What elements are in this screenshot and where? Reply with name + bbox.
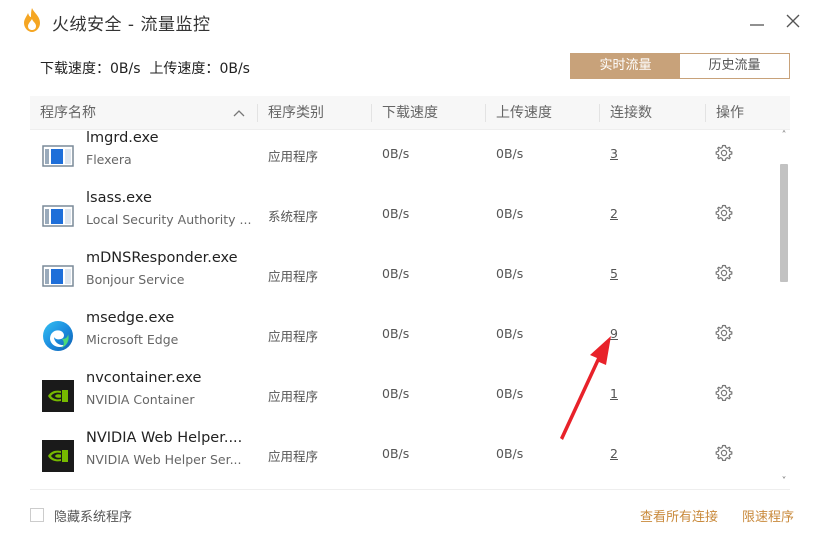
scroll-down-icon[interactable]: ˅ [778, 476, 790, 488]
process-description: Local Security Authority ... [86, 212, 252, 227]
download-speed: 0B/s [382, 146, 410, 161]
window-icon [42, 205, 74, 227]
upload-speed: 0B/s [496, 206, 524, 221]
column-header-download[interactable]: 下载速度 [382, 96, 438, 130]
edge-icon [43, 321, 73, 351]
process-name: nvcontainer.exe [86, 370, 202, 386]
process-description: NVIDIA Web Helper Ser... [86, 452, 242, 467]
table-row[interactable]: lsass.exe Local Security Authority ... 系… [30, 186, 780, 246]
process-name: NVIDIA Web Helper.... [86, 430, 243, 446]
upload-speed-label: 上传速度： [149, 61, 220, 77]
tab-history-traffic[interactable]: 历史流量 [680, 54, 789, 78]
traffic-tabs: 实时流量 历史流量 [570, 53, 790, 79]
download-speed: 0B/s [382, 206, 410, 221]
process-description: Flexera [86, 152, 132, 167]
connection-count-link[interactable]: 2 [610, 206, 618, 221]
gear-icon[interactable] [714, 143, 734, 163]
table-row[interactable]: NVIDIA Web Helper.... NVIDIA Web Helper … [30, 426, 780, 486]
upload-speed: 0B/s [496, 386, 524, 401]
column-header-connections[interactable]: 连接数 [610, 96, 652, 130]
nvidia-icon [42, 440, 74, 472]
nvidia-icon [42, 380, 74, 412]
process-description: Bonjour Service [86, 272, 185, 287]
download-speed: 0B/s [382, 446, 410, 461]
table-row[interactable]: lmgrd.exe Flexera 应用程序 0B/s 0B/s 3 [30, 130, 780, 186]
view-all-connections-link[interactable]: 查看所有连接 [640, 506, 718, 525]
process-type: 应用程序 [268, 329, 319, 344]
table-row[interactable]: mDNSResponder.exe Bonjour Service 应用程序 0… [30, 246, 780, 306]
upload-speed-value: 0B/s [219, 61, 250, 77]
hide-system-label[interactable]: 隐藏系统程序 [54, 506, 132, 525]
process-type: 应用程序 [268, 149, 319, 164]
upload-speed: 0B/s [496, 326, 524, 341]
speed-limit-link[interactable]: 限速程序 [742, 506, 794, 525]
gear-icon[interactable] [714, 323, 734, 343]
connection-count-link[interactable]: 9 [610, 326, 618, 341]
gear-icon[interactable] [714, 383, 734, 403]
scroll-up-icon[interactable]: ˄ [778, 130, 790, 142]
process-description: Microsoft Edge [86, 332, 179, 347]
connection-count-link[interactable]: 1 [610, 386, 618, 401]
upload-speed: 0B/s [496, 446, 524, 461]
download-speed: 0B/s [382, 326, 410, 341]
huorong-logo-icon [24, 8, 40, 32]
process-description: NVIDIA Container [86, 392, 195, 407]
upload-speed: 0B/s [496, 266, 524, 281]
download-speed-value: 0B/s [110, 61, 141, 77]
column-header-type[interactable]: 程序类别 [268, 96, 324, 130]
sort-ascending-icon[interactable] [233, 108, 245, 118]
process-type: 应用程序 [268, 389, 319, 404]
column-header-upload[interactable]: 上传速度 [496, 96, 552, 130]
vertical-scrollbar[interactable]: ˄ ˅ [778, 130, 790, 488]
window-icon [42, 145, 74, 167]
scroll-thumb[interactable] [780, 164, 788, 282]
process-type: 系统程序 [268, 209, 319, 224]
title-bar: 火绒安全 - 流量监控 [0, 0, 820, 40]
download-speed-label: 下载速度： [40, 61, 110, 77]
connection-count-link[interactable]: 3 [610, 146, 618, 161]
upload-speed: 0B/s [496, 146, 524, 161]
close-icon[interactable] [780, 8, 806, 34]
column-header-actions: 操作 [716, 105, 744, 121]
gear-icon[interactable] [714, 443, 734, 463]
gear-icon[interactable] [714, 203, 734, 223]
footer-divider [30, 489, 790, 490]
minimize-icon[interactable] [744, 8, 770, 34]
speed-summary: 下载速度：0B/s 上传速度：0B/s [40, 58, 250, 78]
process-type: 应用程序 [268, 269, 319, 284]
table-row[interactable]: msedge.exe Microsoft Edge 应用程序 0B/s 0B/s… [30, 306, 780, 366]
process-name: lmgrd.exe [86, 130, 159, 146]
process-type: 应用程序 [268, 449, 319, 464]
tab-realtime-traffic[interactable]: 实时流量 [571, 54, 680, 78]
gear-icon[interactable] [714, 263, 734, 283]
window-title: 火绒安全 - 流量监控 [52, 15, 211, 35]
table-row[interactable]: nvcontainer.exe NVIDIA Container 应用程序 0B… [30, 366, 780, 426]
column-header-name[interactable]: 程序名称 [40, 96, 96, 130]
connection-count-link[interactable]: 5 [610, 266, 618, 281]
window-icon [42, 265, 74, 287]
connection-count-link[interactable]: 2 [610, 446, 618, 461]
process-list: lmgrd.exe Flexera 应用程序 0B/s 0B/s 3 lsass… [30, 130, 780, 488]
hide-system-checkbox[interactable] [30, 508, 44, 522]
download-speed: 0B/s [382, 266, 410, 281]
process-name: mDNSResponder.exe [86, 250, 238, 266]
table-header: 程序名称 程序类别 下载速度 上传速度 连接数 操作 [30, 96, 790, 130]
process-name: msedge.exe [86, 310, 175, 326]
download-speed: 0B/s [382, 386, 410, 401]
process-name: lsass.exe [86, 190, 152, 206]
